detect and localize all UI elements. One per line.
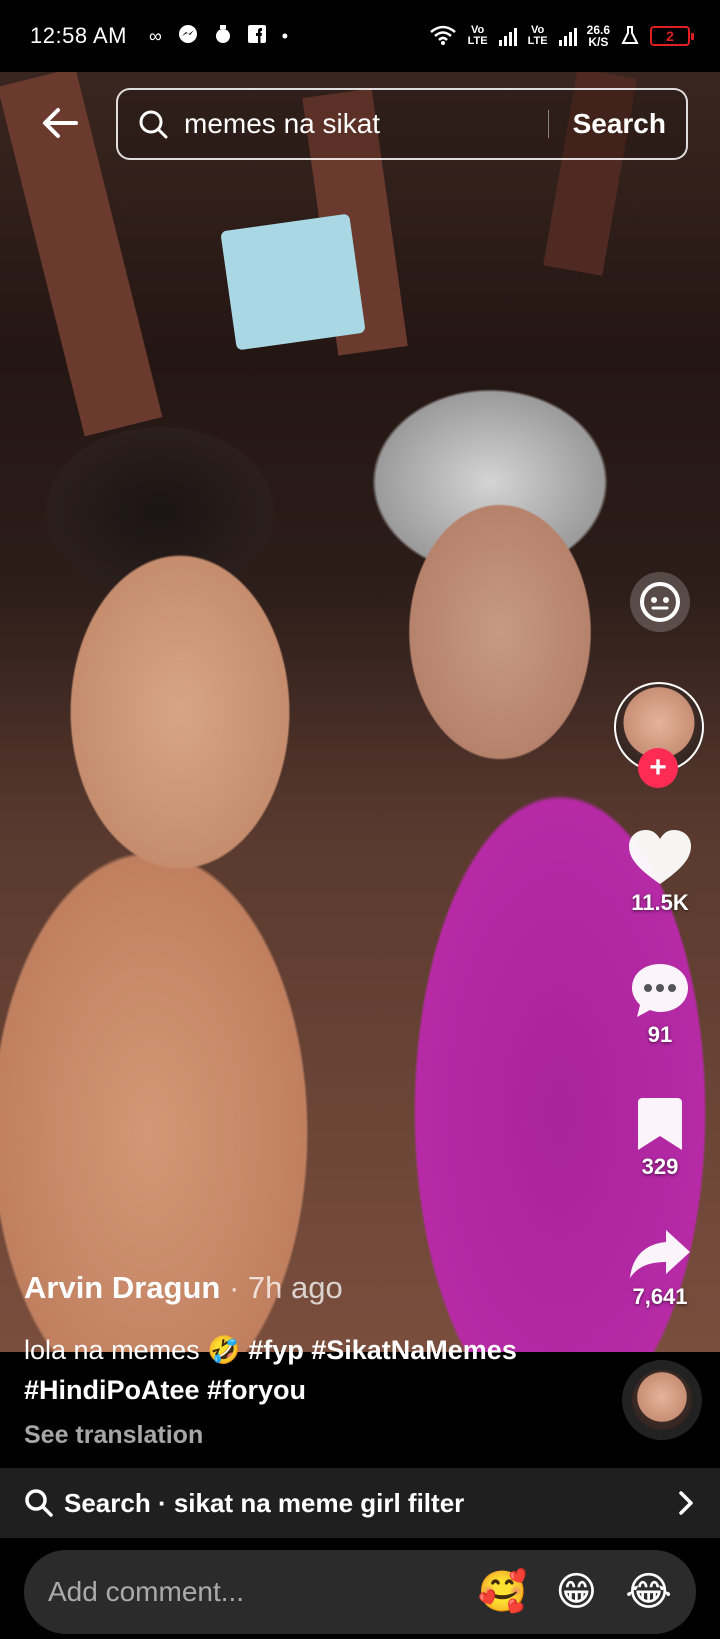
search-button[interactable]: Search — [573, 108, 666, 140]
follow-button[interactable]: + — [638, 748, 678, 788]
comment-placeholder[interactable]: Add comment... — [48, 1576, 450, 1608]
search-input[interactable]: memes na sikat Search — [116, 88, 688, 160]
share-button[interactable]: 7,641 — [610, 1226, 710, 1310]
network-type-2: Vo LTE — [527, 24, 548, 47]
money-bag-icon — [214, 24, 232, 49]
dot-icon: • — [281, 25, 289, 46]
comment-input[interactable]: Add comment... 🥰 😁 😂 — [24, 1550, 696, 1634]
comment-button[interactable]: 91 — [610, 960, 710, 1048]
emoji-love-button[interactable]: 🥰 — [478, 1572, 528, 1612]
notification-icons: ∞ • — [149, 24, 288, 49]
network-type-1: Vo LTE — [467, 24, 488, 47]
post-time: · 7h ago — [220, 1270, 343, 1305]
heart-icon — [629, 830, 691, 884]
comment-icon — [632, 964, 688, 1017]
status-bar: 12:58 AM ∞ • Vo LTE Vo LTE 26.6 K/S 2 — [0, 0, 720, 72]
wifi-icon — [429, 25, 457, 48]
bookmark-icon — [638, 1098, 682, 1150]
search-divider — [547, 110, 549, 138]
smiley-effect-icon — [640, 582, 680, 622]
author-name[interactable]: Arvin Dragun — [24, 1270, 220, 1305]
signal-icon — [498, 26, 517, 46]
save-count: 329 — [641, 1154, 679, 1179]
caption-tags-1[interactable]: #fyp #SikatNaMemes — [248, 1335, 517, 1365]
share-arrow-icon — [630, 1230, 690, 1278]
search-icon — [25, 1489, 53, 1517]
share-count: 7,641 — [632, 1284, 688, 1309]
like-count: 11.5K — [631, 890, 689, 915]
caption-tags-2[interactable]: #HindiPoAtee #foryou — [24, 1375, 306, 1405]
music-disc[interactable] — [622, 1360, 702, 1440]
caption-text: lola na memes 🤣 — [24, 1335, 249, 1365]
like-button[interactable]: 11.5K — [610, 828, 710, 916]
emoji-grin-button[interactable]: 😁 — [556, 1572, 598, 1612]
comment-count: 91 — [647, 1022, 673, 1047]
search-icon — [139, 110, 168, 139]
speed-unit: K/S — [588, 35, 609, 49]
save-button[interactable]: 329 — [610, 1096, 710, 1180]
battery-icon: 2 — [650, 26, 694, 46]
signal-icon — [558, 26, 577, 46]
post-author-line[interactable]: Arvin Dragun · 7h ago — [24, 1270, 343, 1306]
status-time: 12:58 AM — [30, 23, 127, 48]
effect-button[interactable] — [630, 572, 690, 632]
infinity-icon: ∞ — [148, 25, 162, 46]
search-query[interactable]: memes na sikat — [184, 108, 548, 140]
related-search-bar[interactable]: Search · sikat na meme girl filter — [0, 1468, 720, 1538]
comment-bar: Add comment... 🥰 😁 😂 — [0, 1538, 720, 1639]
related-search-label[interactable]: Search · sikat na meme girl filter — [64, 1488, 676, 1519]
emoji-laugh-button[interactable]: 😂 — [625, 1572, 672, 1612]
facebook-icon — [247, 24, 266, 48]
see-translation-link[interactable]: See translation — [24, 1421, 203, 1450]
post-caption[interactable]: lola na memes 🤣 #fyp #SikatNaMemes #Hind… — [24, 1330, 584, 1410]
background-bag — [220, 213, 366, 351]
battery-level: 2 — [666, 28, 674, 44]
back-arrow-icon — [43, 108, 78, 138]
flask-icon — [620, 25, 640, 48]
network-speed: 26.6 K/S — [587, 24, 610, 48]
messenger-icon — [178, 24, 198, 49]
back-button[interactable] — [38, 100, 84, 146]
chevron-right-icon — [679, 1491, 693, 1515]
